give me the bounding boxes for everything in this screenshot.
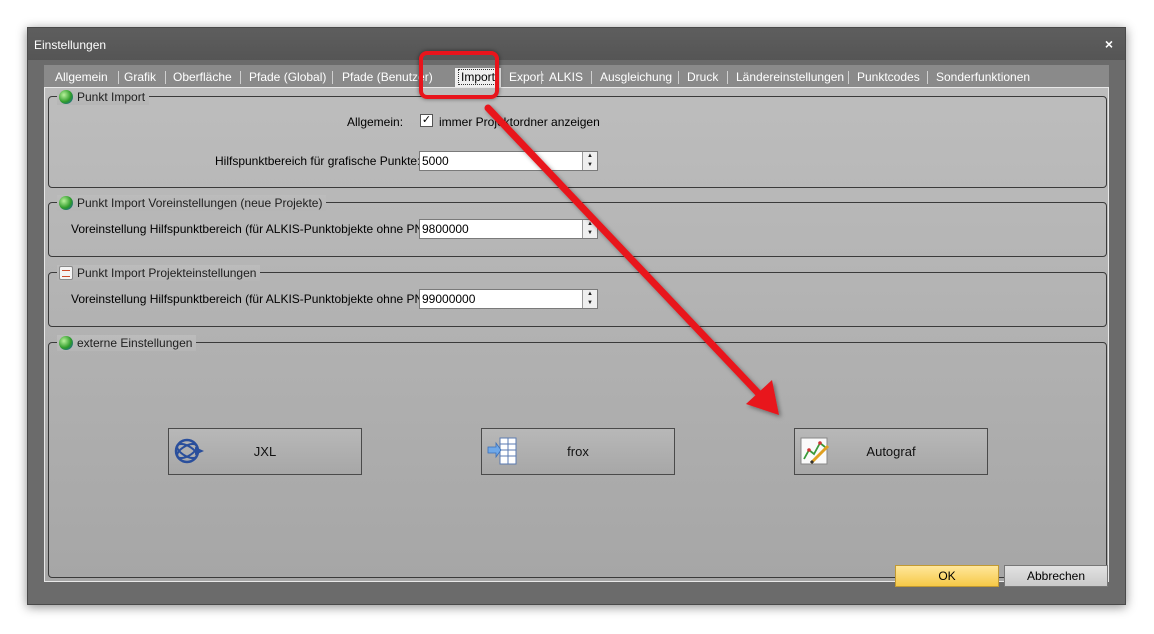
hilfspunkt-grafisch-label: Hilfspunktbereich für grafische Punkte: <box>215 154 421 168</box>
projektordner-checkbox-label[interactable]: immer Projektordner anzeigen <box>439 115 600 129</box>
group-externe-einstellungen: externe Einstellungen JXL frox Autograf <box>48 335 1107 578</box>
cancel-button[interactable]: Abbrechen <box>1004 565 1108 587</box>
globe-icon <box>59 90 73 104</box>
spin-down-icon[interactable]: ▼ <box>583 229 597 238</box>
hilfspunkt-grafisch-input[interactable] <box>420 152 580 170</box>
window-title: Einstellungen <box>34 38 107 52</box>
tab-content-import: Punkt Import Allgemein: ✓ immer Projekto… <box>44 87 1109 582</box>
settings-dialog: Einstellungen × Allgemein Grafik Oberflä… <box>27 27 1126 605</box>
hilfspunkt-grafisch-stepper[interactable]: ▲▼ <box>419 151 598 171</box>
group-title-punkt-import: Punkt Import <box>57 89 150 105</box>
tab-allgemein[interactable]: Allgemein <box>55 69 108 85</box>
frox-button[interactable]: frox <box>481 428 675 475</box>
group-title-projekteinstellungen: Punkt Import Projekteinstellungen <box>57 265 261 281</box>
tab-punktcodes[interactable]: Punktcodes <box>857 69 920 85</box>
spin-up-icon[interactable]: ▲ <box>583 152 597 161</box>
group-projekteinstellungen: Punkt Import Projekteinstellungen Vorein… <box>48 265 1107 327</box>
tab-pfade-global[interactable]: Pfade (Global) <box>249 69 326 85</box>
group-punkt-import: Punkt Import Allgemein: ✓ immer Projekto… <box>48 89 1107 188</box>
globe-icon <box>59 336 73 350</box>
projekteinstellung-label: Voreinstellung Hilfspunktbereich (für AL… <box>71 292 440 306</box>
group-title-text: Punkt Import <box>77 90 146 104</box>
projektordner-checkbox[interactable]: ✓ <box>420 114 433 127</box>
spin-up-icon[interactable]: ▲ <box>583 290 597 299</box>
autograf-button-label: Autograf <box>866 444 916 459</box>
group-title-extern: externe Einstellungen <box>57 335 197 351</box>
spin-down-icon[interactable]: ▼ <box>583 299 597 308</box>
close-icon[interactable]: × <box>1101 36 1117 52</box>
voreinstellung-stepper[interactable]: ▲▼ <box>419 219 598 239</box>
tab-separator <box>678 71 679 84</box>
tab-separator <box>927 71 928 84</box>
tab-separator <box>332 71 333 84</box>
autograf-button[interactable]: Autograf <box>794 428 988 475</box>
tab-sonderfunktionen[interactable]: Sonderfunktionen <box>936 69 1030 85</box>
ok-button[interactable]: OK <box>895 565 999 587</box>
document-icon <box>59 266 73 280</box>
group-title-text: externe Einstellungen <box>77 336 193 350</box>
spin-buttons[interactable]: ▲ ▼ <box>582 290 597 308</box>
voreinstellung-label: Voreinstellung Hilfspunktbereich (für AL… <box>71 222 440 236</box>
tab-separator <box>848 71 849 84</box>
spin-buttons[interactable]: ▲ ▼ <box>582 152 597 170</box>
tab-separator <box>240 71 241 84</box>
import-tab-highlight <box>419 51 499 99</box>
projekteinstellung-input[interactable] <box>420 290 580 308</box>
tab-grafik[interactable]: Grafik <box>124 69 156 85</box>
group-title-text: Punkt Import Voreinstellungen (neue Proj… <box>77 196 323 210</box>
tab-export[interactable]: Export <box>509 69 544 85</box>
projekteinstellung-stepper[interactable]: ▲▼ <box>419 289 598 309</box>
spin-buttons[interactable]: ▲ ▼ <box>582 220 597 238</box>
jxl-button[interactable]: JXL <box>168 428 362 475</box>
tab-ausgleichung[interactable]: Ausgleichung <box>600 69 672 85</box>
tab-strip: Allgemein Grafik Oberfläche Pfade (Globa… <box>44 65 1109 88</box>
jxl-button-label: JXL <box>253 444 277 459</box>
spin-up-icon[interactable]: ▲ <box>583 220 597 229</box>
title-bar[interactable]: Einstellungen × <box>28 28 1125 60</box>
tab-alkis[interactable]: ALKIS <box>549 69 583 85</box>
tab-separator <box>591 71 592 84</box>
tab-separator <box>727 71 728 84</box>
allgemein-label: Allgemein: <box>347 115 404 129</box>
group-title-text: Punkt Import Projekteinstellungen <box>77 266 257 280</box>
voreinstellung-input[interactable] <box>420 220 580 238</box>
globe-icon <box>59 196 73 210</box>
tab-separator <box>165 71 166 84</box>
group-title-voreinstellungen: Punkt Import Voreinstellungen (neue Proj… <box>57 195 327 211</box>
tab-separator <box>118 71 119 84</box>
spin-down-icon[interactable]: ▼ <box>583 161 597 170</box>
tab-laendereinstellungen[interactable]: Ländereinstellungen <box>736 69 844 85</box>
frox-button-label: frox <box>567 444 589 459</box>
tab-separator <box>541 71 542 84</box>
group-voreinstellungen: Punkt Import Voreinstellungen (neue Proj… <box>48 195 1107 257</box>
tab-oberflaeche[interactable]: Oberfläche <box>173 69 232 85</box>
tab-druck[interactable]: Druck <box>687 69 718 85</box>
